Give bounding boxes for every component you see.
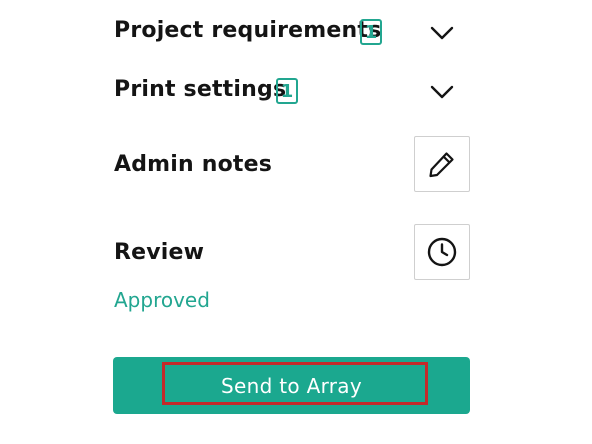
chevron-down-icon[interactable] [430, 26, 454, 40]
review-status: Approved [114, 288, 210, 312]
count-badge: 1 [276, 78, 298, 104]
review-history-button[interactable] [414, 224, 470, 280]
admin-notes-row: Admin notes [114, 136, 470, 192]
admin-notes-label: Admin notes [114, 152, 273, 177]
section-label: Project requirements [114, 18, 382, 43]
edit-notes-button[interactable] [414, 136, 470, 192]
section-project-requirements[interactable]: Project requirements 1 [114, 18, 470, 48]
send-to-array-button[interactable]: Send to Array [113, 357, 470, 414]
chevron-down-icon[interactable] [430, 85, 454, 99]
clock-icon [427, 237, 457, 267]
section-print-settings[interactable]: Print settings 1 [114, 77, 470, 107]
section-label: Print settings [114, 77, 287, 102]
count-badge: 1 [360, 19, 382, 45]
review-label: Review [114, 240, 205, 265]
pencil-icon [429, 152, 454, 178]
send-button-label: Send to Array [221, 373, 362, 398]
review-row: Review [114, 224, 470, 280]
